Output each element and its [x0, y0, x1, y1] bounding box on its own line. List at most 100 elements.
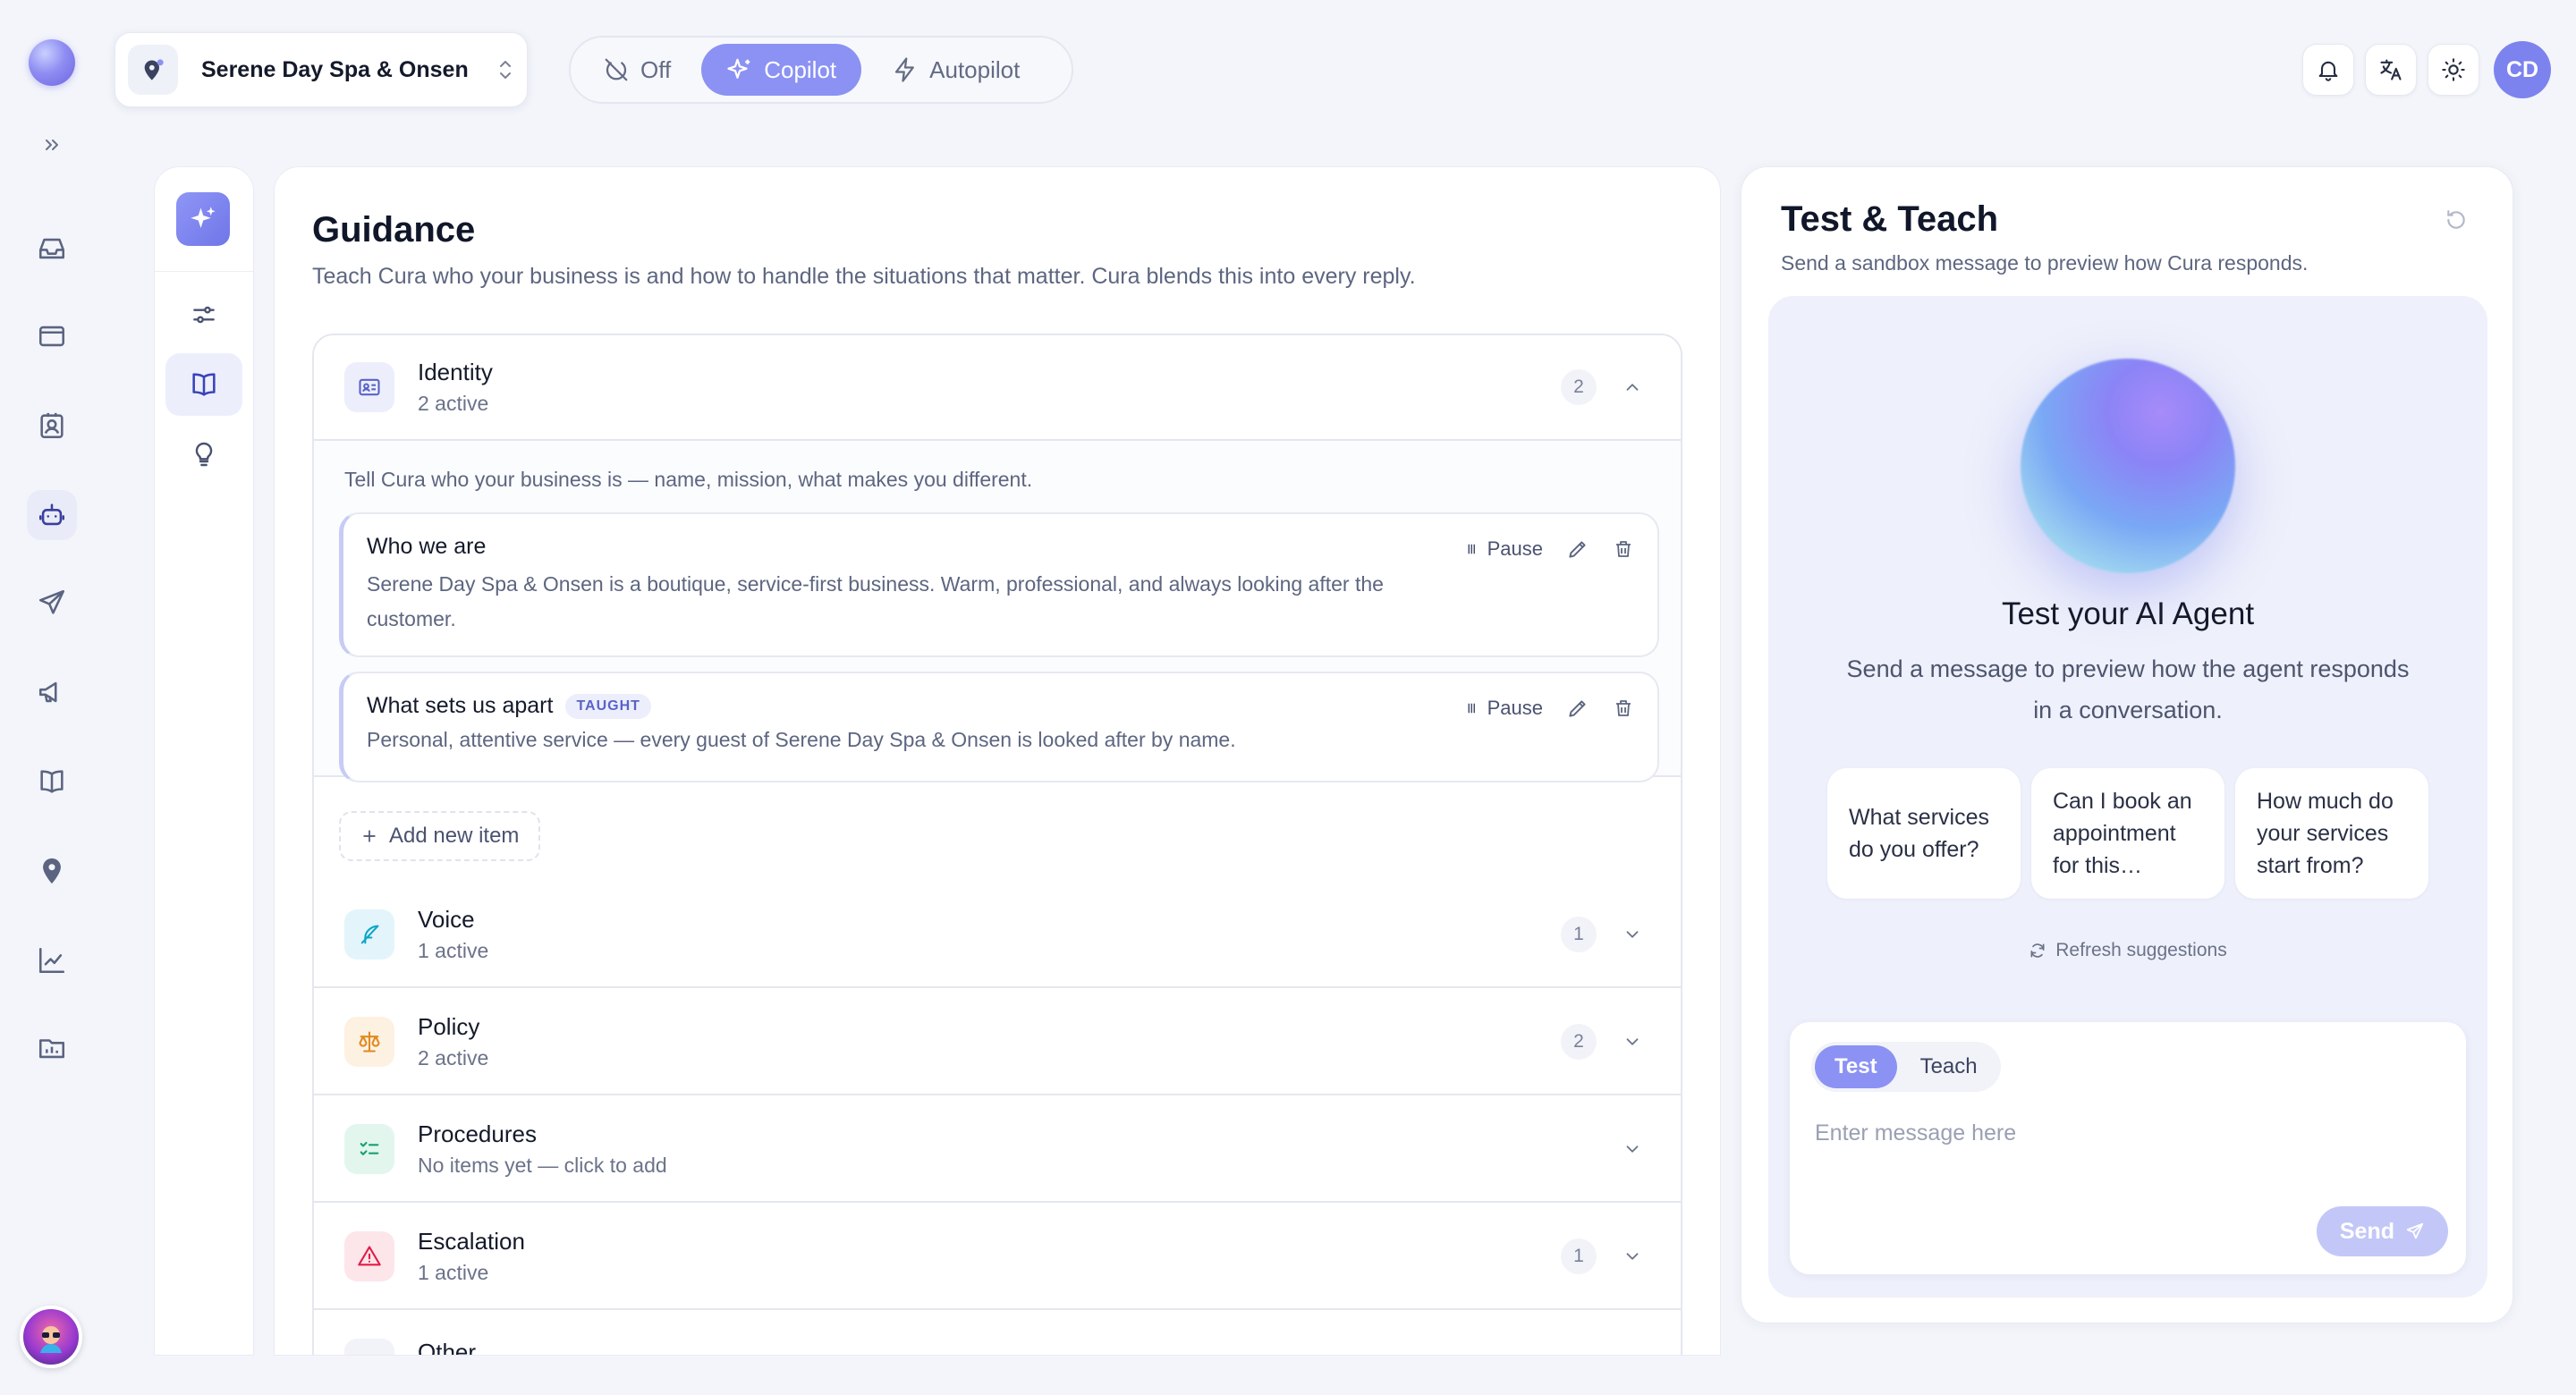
contacts-icon[interactable]: [27, 401, 77, 451]
send-icon[interactable]: [27, 578, 77, 628]
chevron-down-icon[interactable]: [1614, 1247, 1650, 1266]
item-text: Serene Day Spa & Onsen is a boutique, se…: [367, 572, 1384, 630]
mode-toggle: Off Copilot Autopilot: [569, 36, 1073, 104]
refresh-icon: [2030, 943, 2045, 958]
location-icon[interactable]: [27, 846, 77, 896]
agent-title: Test your AI Agent: [2001, 596, 2255, 631]
report-icon[interactable]: [27, 1023, 77, 1073]
chevron-down-icon[interactable]: [1614, 925, 1650, 944]
scales-icon: [344, 1017, 394, 1067]
sandbox-area: Test your AI Agent Send a message to pre…: [1768, 296, 2487, 1298]
feather-icon: [344, 909, 394, 960]
refresh-suggestions-button[interactable]: Refresh suggestions: [1768, 940, 2487, 961]
section-voice[interactable]: Voice 1 active 1: [314, 883, 1681, 988]
edit-pencil-icon[interactable]: [1566, 697, 1589, 720]
taught-badge: TAUGHT: [565, 693, 651, 719]
mode-autopilot-button[interactable]: Autopilot: [867, 44, 1045, 96]
tab-test[interactable]: Test: [1815, 1045, 1897, 1088]
plus-icon: [363, 830, 376, 842]
page-subtitle: Teach Cura who your business is and how …: [312, 264, 1416, 289]
section-badge: 2: [1561, 1024, 1597, 1060]
browser-icon[interactable]: [27, 311, 77, 361]
megaphone-icon[interactable]: [27, 667, 77, 717]
bolt-icon: [892, 56, 919, 83]
chevron-up-icon[interactable]: [1614, 377, 1650, 397]
section-identity[interactable]: Identity 2 active 2: [314, 335, 1681, 441]
delete-trash-icon[interactable]: [1613, 538, 1634, 560]
section-count: 2 active: [418, 1046, 489, 1070]
business-selector[interactable]: Serene Day Spa & Onsen: [114, 32, 528, 107]
pause-button[interactable]: Pause: [1464, 697, 1543, 720]
section-name: Escalation: [418, 1228, 525, 1255]
checklist-icon: [344, 1124, 394, 1174]
dots-icon: [344, 1339, 394, 1355]
section-escalation[interactable]: Escalation 1 active 1: [314, 1205, 1681, 1310]
section-count: No items yet — click to add: [418, 1154, 667, 1177]
guidance-subnav: [154, 166, 254, 1356]
business-name: Serene Day Spa & Onsen: [201, 56, 469, 82]
tab-teach[interactable]: Teach: [1901, 1045, 1997, 1088]
business-pin-icon: [128, 45, 178, 95]
mode-off-button[interactable]: Off: [578, 44, 696, 96]
page-title: Guidance: [312, 210, 476, 249]
mode-copilot-button[interactable]: Copilot: [701, 44, 862, 96]
reset-icon[interactable]: [2445, 208, 2468, 232]
guidance-item[interactable]: What sets us apart TAUGHT Personal, atte…: [339, 672, 1659, 782]
chevron-down-icon[interactable]: [1614, 1139, 1650, 1159]
translate-icon[interactable]: [2365, 44, 2417, 96]
agent-orb: [2021, 359, 2235, 573]
book-icon[interactable]: [27, 757, 77, 807]
section-description: Tell Cura who your business is — name, m…: [344, 468, 1033, 491]
notifications-bell-icon[interactable]: [2302, 44, 2354, 96]
power-off-icon: [603, 56, 630, 83]
edit-pencil-icon[interactable]: [1566, 537, 1589, 561]
panel-subtitle: Send a sandbox message to preview how Cu…: [1781, 251, 2309, 275]
panel-title: Test & Teach: [1781, 199, 1999, 239]
identity-body: Tell Cura who your business is — name, m…: [314, 441, 1681, 782]
section-other[interactable]: Other: [314, 1312, 1681, 1356]
chevron-updown-icon: [496, 58, 514, 81]
inbox-icon[interactable]: [27, 224, 77, 274]
guidance-item[interactable]: Who we are Serene Day Spa & Onsen is a b…: [339, 512, 1659, 657]
item-text: Personal, attentive service — every gues…: [367, 728, 1236, 751]
lightbulb-icon[interactable]: [165, 423, 242, 486]
message-input[interactable]: Enter message here: [1815, 1120, 2016, 1146]
section-name: Other: [418, 1339, 477, 1356]
section-count: 2 active: [418, 392, 489, 415]
expand-sidebar-icon[interactable]: [36, 129, 68, 161]
agent-subtitle: Send a message to preview how the agent …: [1846, 655, 2410, 723]
section-badge: 1: [1561, 917, 1597, 952]
delete-trash-icon[interactable]: [1613, 698, 1634, 719]
user-avatar[interactable]: [20, 1306, 82, 1368]
ai-sparkle-icon[interactable]: [176, 192, 230, 246]
section-count: 1 active: [418, 1261, 489, 1284]
pause-icon: [1468, 544, 1475, 554]
section-policy[interactable]: Policy 2 active 2: [314, 990, 1681, 1095]
section-count: 1 active: [418, 939, 489, 962]
book-open-icon[interactable]: [165, 353, 242, 416]
id-card-icon: [344, 362, 394, 412]
chart-icon[interactable]: [27, 935, 77, 985]
theme-sun-icon[interactable]: [2428, 44, 2479, 96]
guidance-panel: Guidance Teach Cura who your business is…: [274, 166, 1721, 1356]
account-avatar[interactable]: CD: [2494, 41, 2551, 98]
section-procedures[interactable]: Procedures No items yet — click to add: [314, 1097, 1681, 1203]
suggestion-chip[interactable]: How much do your services start from?: [2235, 768, 2428, 899]
section-name: Voice: [418, 906, 475, 933]
chevron-down-icon[interactable]: [1614, 1032, 1650, 1052]
message-composer: Test Teach Enter message here Send: [1790, 1022, 2466, 1274]
item-title: What sets us apart: [367, 693, 554, 718]
sliders-icon[interactable]: [165, 283, 242, 346]
pause-button[interactable]: Pause: [1464, 537, 1543, 561]
bot-icon[interactable]: [27, 490, 77, 540]
add-new-item-button[interactable]: Add new item: [339, 811, 541, 861]
suggestion-chip[interactable]: Can I book an appointment for this…: [2031, 768, 2224, 899]
guidance-sections: Identity 2 active 2 Tell Cura who your b…: [312, 334, 1682, 1356]
send-plane-icon: [2406, 1222, 2424, 1239]
send-button[interactable]: Send: [2316, 1206, 2448, 1256]
section-name: Procedures: [418, 1120, 537, 1147]
section-badge: 2: [1561, 369, 1597, 405]
app-logo[interactable]: [29, 39, 75, 86]
section-name: Policy: [418, 1013, 480, 1040]
suggestion-chip[interactable]: What services do you offer?: [1827, 768, 2021, 899]
